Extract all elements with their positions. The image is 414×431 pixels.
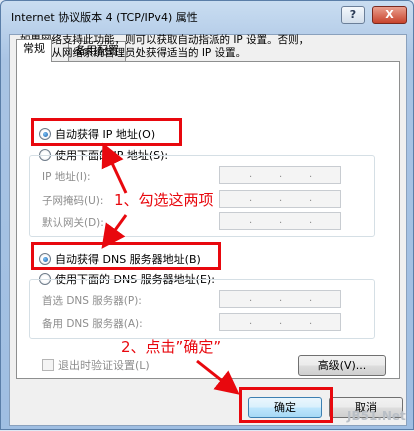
dialog-window: Internet 协议版本 4 (TCP/IPv4) 属性 ? X 常规 备用配… (0, 0, 414, 430)
arrow-to-auto-ip (101, 142, 128, 194)
tab-general[interactable]: 常规 (16, 39, 52, 62)
watermark: JB51.Net (347, 409, 406, 423)
arrow-to-ok-button (196, 359, 240, 395)
annotation-arrows (101, 142, 240, 395)
arrow-to-auto-dns (101, 214, 128, 249)
